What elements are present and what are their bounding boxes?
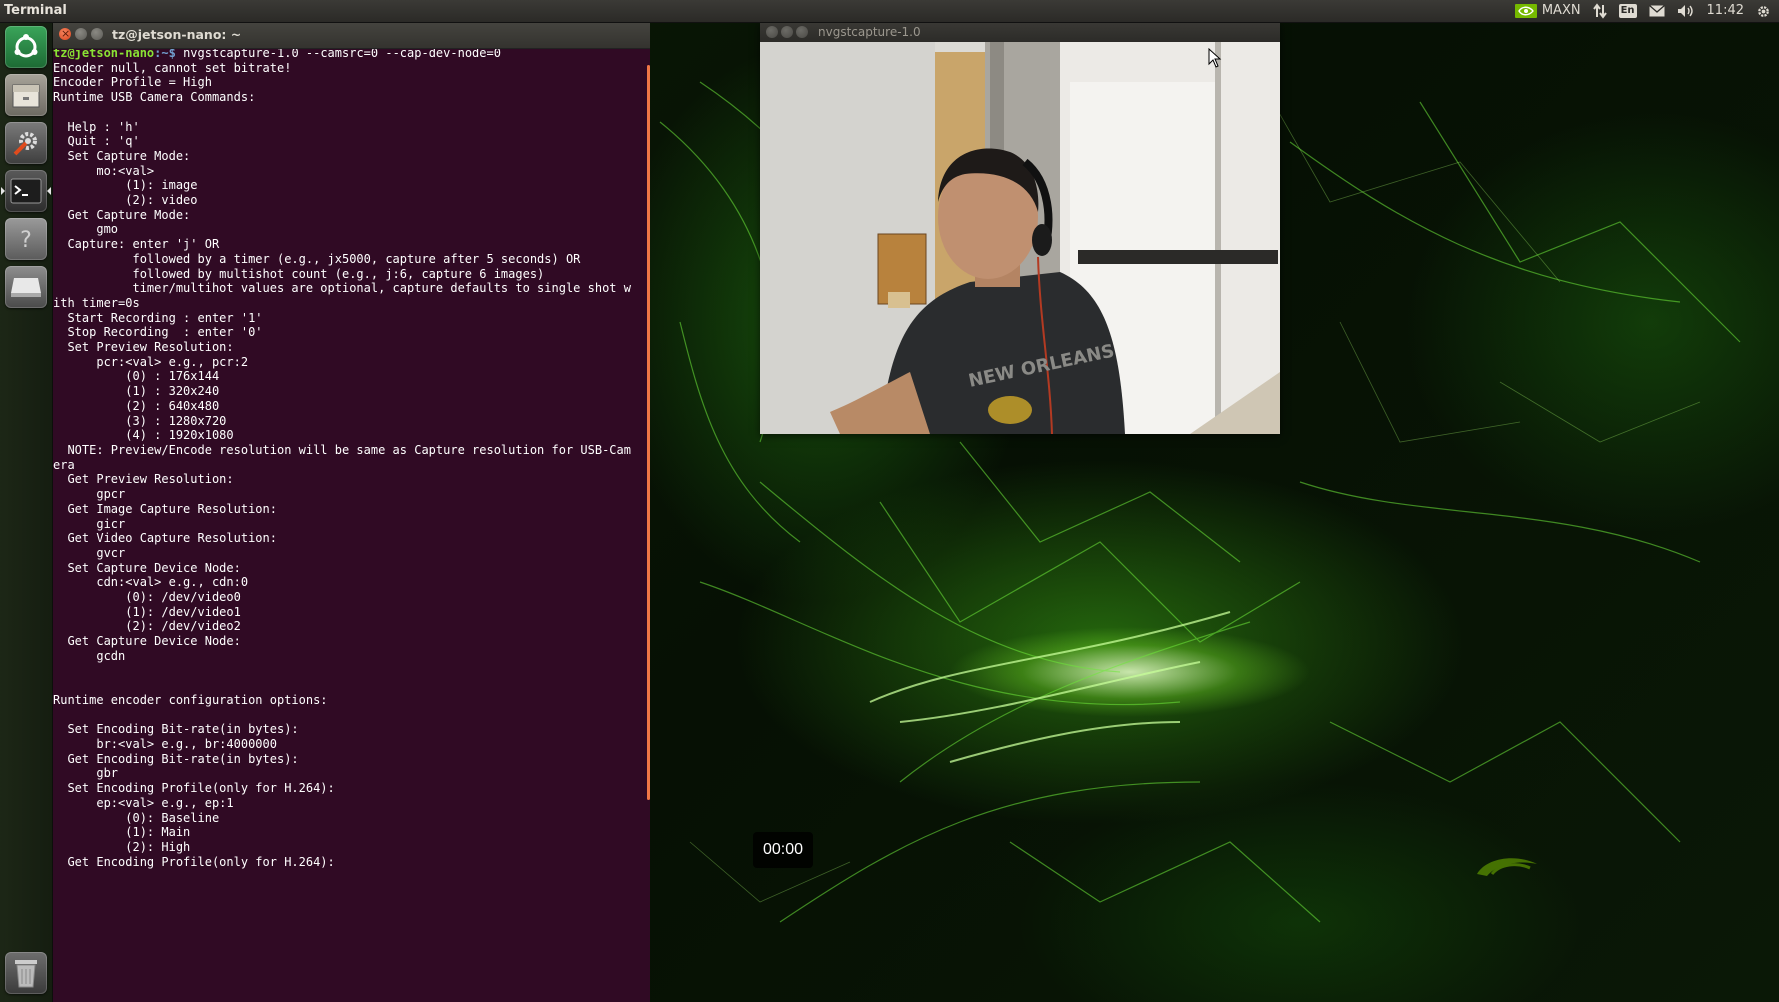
top-panel: Terminal MAXN En 11:42 [0, 0, 1779, 22]
capture-minimize-button[interactable] [781, 26, 793, 38]
command-output: Encoder null, cannot set bitrate! Encode… [53, 60, 631, 869]
prompt-path: :~$ [154, 49, 176, 60]
recording-timer: 00:00 [753, 832, 813, 868]
drive-icon[interactable] [5, 266, 47, 308]
system-tray: MAXN En 11:42 [1514, 0, 1779, 22]
capture-close-button[interactable] [766, 26, 778, 38]
capture-maximize-button[interactable] [796, 26, 808, 38]
terminal-scrollbar[interactable] [647, 65, 650, 800]
terminal-window[interactable]: tz@jetson-nano: ~ tz@jetson-nano:~$ nvgs… [52, 21, 650, 1002]
terminal-window-title: tz@jetson-nano: ~ [112, 27, 242, 42]
trash-icon[interactable] [5, 952, 47, 994]
camera-preview: NEW ORLEANS [760, 42, 1280, 434]
window-minimize-button[interactable] [75, 28, 87, 40]
keyboard-layout-indicator[interactable]: En [1618, 4, 1637, 18]
window-close-button[interactable] [59, 21, 71, 47]
files-icon[interactable] [5, 74, 47, 116]
entered-command: nvgstcapture-1.0 --camsrc=0 --cap-dev-no… [175, 49, 501, 60]
running-indicator [1, 187, 5, 195]
nvidia-logo-icon [1472, 852, 1542, 886]
mouse-pointer-icon [1208, 47, 1222, 72]
session-gear-icon[interactable] [1756, 4, 1771, 19]
focus-indicator [47, 187, 51, 195]
system-settings-icon[interactable] [5, 122, 47, 164]
clock[interactable]: 11:42 [1707, 0, 1744, 22]
launcher: ? [0, 22, 53, 1002]
capture-window-title: nvgstcapture-1.0 [818, 25, 921, 39]
capture-titlebar[interactable]: nvgstcapture-1.0 [760, 22, 1280, 42]
nvidia-mode-label: MAXN [1541, 3, 1581, 18]
nvidia-icon [1514, 4, 1537, 18]
prompt-user: tz@jetson-nano [53, 49, 155, 60]
ubuntu-dash-icon[interactable] [5, 26, 47, 68]
terminal-output-area: tz@jetson-nano:~$ nvgstcapture-1.0 --cam… [53, 49, 631, 869]
nvidia-power-mode[interactable]: MAXN [1514, 0, 1581, 22]
help-icon[interactable]: ? [5, 218, 47, 260]
volume-icon[interactable] [1677, 4, 1695, 18]
terminal-content[interactable]: tz@jetson-nano:~$ nvgstcapture-1.0 --cam… [52, 49, 650, 1002]
mail-icon[interactable] [1648, 5, 1665, 17]
active-app-name: Terminal [4, 3, 67, 18]
window-maximize-button[interactable] [91, 28, 103, 40]
svg-text:?: ? [20, 228, 32, 253]
capture-window[interactable]: nvgstcapture-1.0 NEW ORLEANS [760, 22, 1280, 434]
terminal-titlebar[interactable]: tz@jetson-nano: ~ [52, 21, 650, 49]
terminal-icon[interactable] [5, 170, 47, 212]
keyboard-layout-label: En [1618, 4, 1637, 18]
network-icon[interactable] [1592, 3, 1607, 19]
